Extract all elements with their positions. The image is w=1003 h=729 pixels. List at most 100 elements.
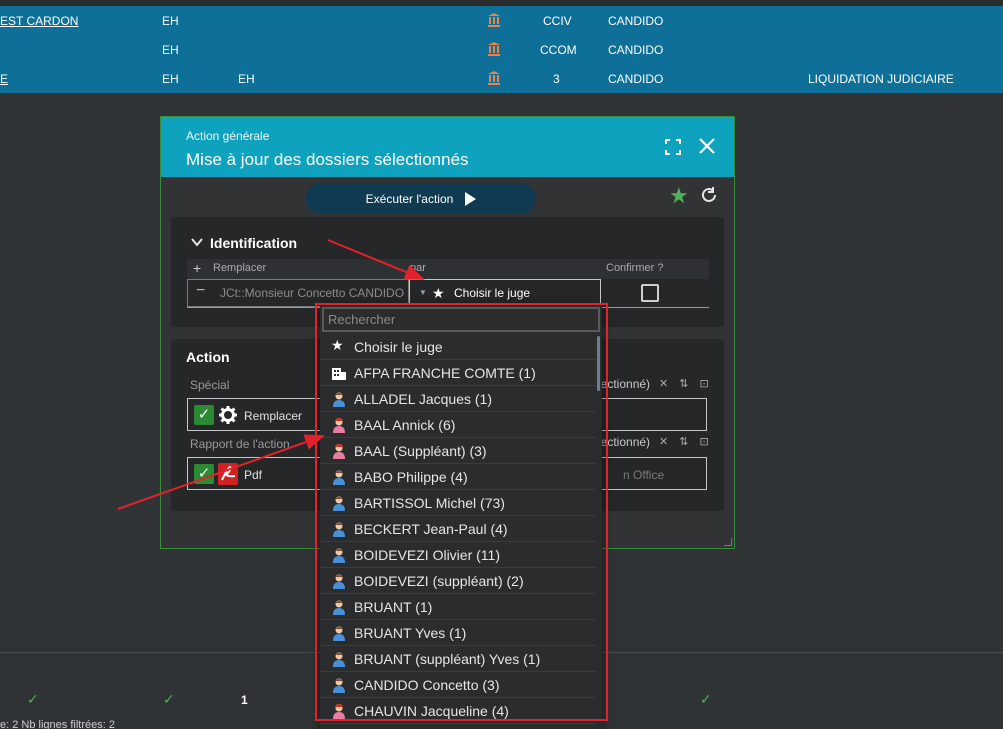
add-row-icon[interactable]: + (193, 260, 201, 276)
row-code: CCOM (540, 43, 577, 57)
search-input[interactable] (322, 307, 600, 332)
male-user-icon (333, 600, 345, 615)
male-user-icon (333, 392, 345, 407)
check-icon[interactable]: ✓ (194, 405, 214, 425)
rapport-selected-text: lectionné) (598, 435, 651, 449)
court-icon (488, 42, 500, 56)
rapport-value: Pdf (244, 468, 263, 482)
column-par: par (410, 262, 426, 274)
row-judge: CANDIDO (608, 14, 664, 28)
row-cell: EH (162, 43, 179, 57)
list-item-label: Choisir le juge (354, 339, 443, 355)
male-user-icon (333, 626, 345, 641)
female-user-icon (333, 703, 345, 719)
female-user-icon (333, 443, 345, 459)
table-row[interactable]: E EH EH 3 CANDIDO LIQUIDATION JUDICIAIRE (0, 64, 1003, 93)
list-item[interactable]: BOIDEVEZI Olivier (11) (320, 542, 596, 568)
rapport-label: Rapport de l'action (190, 437, 290, 451)
execute-action-button[interactable]: Exécuter l'action (306, 183, 536, 214)
list-item-label: BAAL Annick (6) (354, 417, 456, 433)
list-item-label: BABO Philippe (4) (354, 469, 468, 485)
refresh-icon[interactable] (700, 186, 718, 204)
caret-down-icon: ▼ (419, 288, 427, 297)
male-user-icon (333, 496, 345, 511)
list-item[interactable]: BAAL Annick (6) (320, 412, 596, 438)
list-item[interactable]: BARTISSOL Michel (73) (320, 490, 596, 516)
play-icon (465, 191, 477, 206)
list-item[interactable]: BABO Philippe (4) (320, 464, 596, 490)
list-item[interactable]: BECKERT Jean-Paul (4) (320, 516, 596, 542)
row-name-link[interactable]: E (0, 72, 8, 86)
remplacer-field[interactable]: − JCt::Monsieur Concetto CANDIDO (187, 279, 409, 307)
list-item[interactable]: BRUANT (suppléant) Yves (1) (320, 646, 596, 672)
column-confirmer: Confirmer ? (606, 262, 664, 274)
list-item[interactable]: BRUANT (1) (320, 594, 596, 620)
table-row[interactable]: EH CCOM CANDIDO (0, 35, 1003, 64)
judge-list: ★ Choisir le juge AFPA FRANCHE COMTE (1)… (320, 334, 596, 724)
list-item[interactable]: ★ Choisir le juge (320, 334, 596, 360)
list-item[interactable]: CHAUVIN Jacqueline (4) (320, 698, 596, 724)
gear-icon (219, 406, 237, 424)
list-item-label: BRUANT Yves (1) (354, 625, 467, 641)
identification-title: Identification (210, 235, 298, 251)
special-selected-text: lectionné) (598, 377, 651, 391)
fullscreen-icon[interactable] (665, 139, 681, 155)
special-label: Spécial (190, 378, 230, 392)
list-item-label: AFPA FRANCHE COMTE (1) (354, 365, 536, 381)
row-judge: CANDIDO (608, 43, 664, 57)
list-item-label: CHAUVIN Jacqueline (4) (354, 703, 509, 719)
row-code: CCIV (543, 14, 572, 28)
list-item[interactable]: AFPA FRANCHE COMTE (1) (320, 360, 596, 386)
par-select[interactable]: ▼ ★ Choisir le juge (409, 279, 601, 307)
list-item-label: CANDIDO Concetto (3) (354, 677, 500, 693)
list-item[interactable]: BAAL (Suppléant) (3) (320, 438, 596, 464)
rapport-tool-icons[interactable]: ✕ ⇅ ⊡ (659, 435, 713, 448)
chevron-down-icon[interactable] (191, 236, 203, 248)
results-table: EST CARDON EH CCIV CANDIDO EH CCOM CANDI… (0, 6, 1003, 93)
male-user-icon (333, 522, 345, 537)
judge-dropdown: ★ Choisir le juge AFPA FRANCHE COMTE (1)… (320, 304, 602, 729)
confirm-checkbox[interactable] (641, 284, 659, 302)
par-value: Choisir le juge (454, 286, 531, 300)
row-cell: EH (162, 14, 179, 28)
court-icon (488, 71, 500, 85)
table-row[interactable]: EST CARDON EH CCIV CANDIDO (0, 6, 1003, 35)
star-icon: ★ (432, 285, 445, 301)
court-icon (488, 13, 500, 27)
rapport-right-text: n Office (623, 468, 665, 482)
resize-handle[interactable] (724, 538, 732, 546)
row-judge: CANDIDO (608, 72, 664, 86)
check-icon[interactable]: ✓ (194, 464, 214, 484)
special-tool-icons[interactable]: ✕ ⇅ ⊡ (659, 377, 713, 390)
list-item[interactable]: BOIDEVEZI (suppléant) (2) (320, 568, 596, 594)
list-item[interactable]: ALLADEL Jacques (1) (320, 386, 596, 412)
pdf-icon (218, 463, 238, 485)
list-item-label: BAAL (Suppléant) (3) (354, 443, 487, 459)
remove-row-icon[interactable]: − (196, 282, 205, 300)
identification-table-header: + Remplacer par Confirmer ? (187, 259, 709, 279)
row-count: 1 (241, 693, 248, 707)
row-name-link[interactable]: EST CARDON (0, 14, 78, 28)
check-icon: ✓ (163, 691, 175, 707)
list-item-label: BOIDEVEZI (suppléant) (2) (354, 573, 524, 589)
female-user-icon (333, 417, 345, 433)
male-user-icon (333, 652, 345, 667)
male-user-icon (333, 574, 345, 589)
star-icon: ★ (331, 337, 344, 353)
list-item-label: BRUANT (1) (354, 599, 433, 615)
row-cell: EH (238, 72, 255, 86)
list-item[interactable]: BRUANT Yves (1) (320, 620, 596, 646)
scrollbar[interactable] (597, 336, 600, 391)
list-item-label: BECKERT Jean-Paul (4) (354, 521, 508, 537)
list-item-label: ALLADEL Jacques (1) (354, 391, 492, 407)
row-status: LIQUIDATION JUDICIAIRE (808, 72, 954, 86)
remplacer-value: JCt::Monsieur Concetto CANDIDO (220, 286, 405, 300)
male-user-icon (333, 548, 345, 563)
list-item[interactable]: CANDIDO Concetto (3) (320, 672, 596, 698)
close-icon[interactable] (698, 137, 716, 155)
male-user-icon (333, 678, 345, 693)
check-icon: ✓ (27, 691, 39, 707)
check-icon: ✓ (700, 691, 712, 707)
favorite-star-icon[interactable]: ★ (669, 185, 689, 207)
execute-action-label: Exécuter l'action (365, 191, 454, 206)
